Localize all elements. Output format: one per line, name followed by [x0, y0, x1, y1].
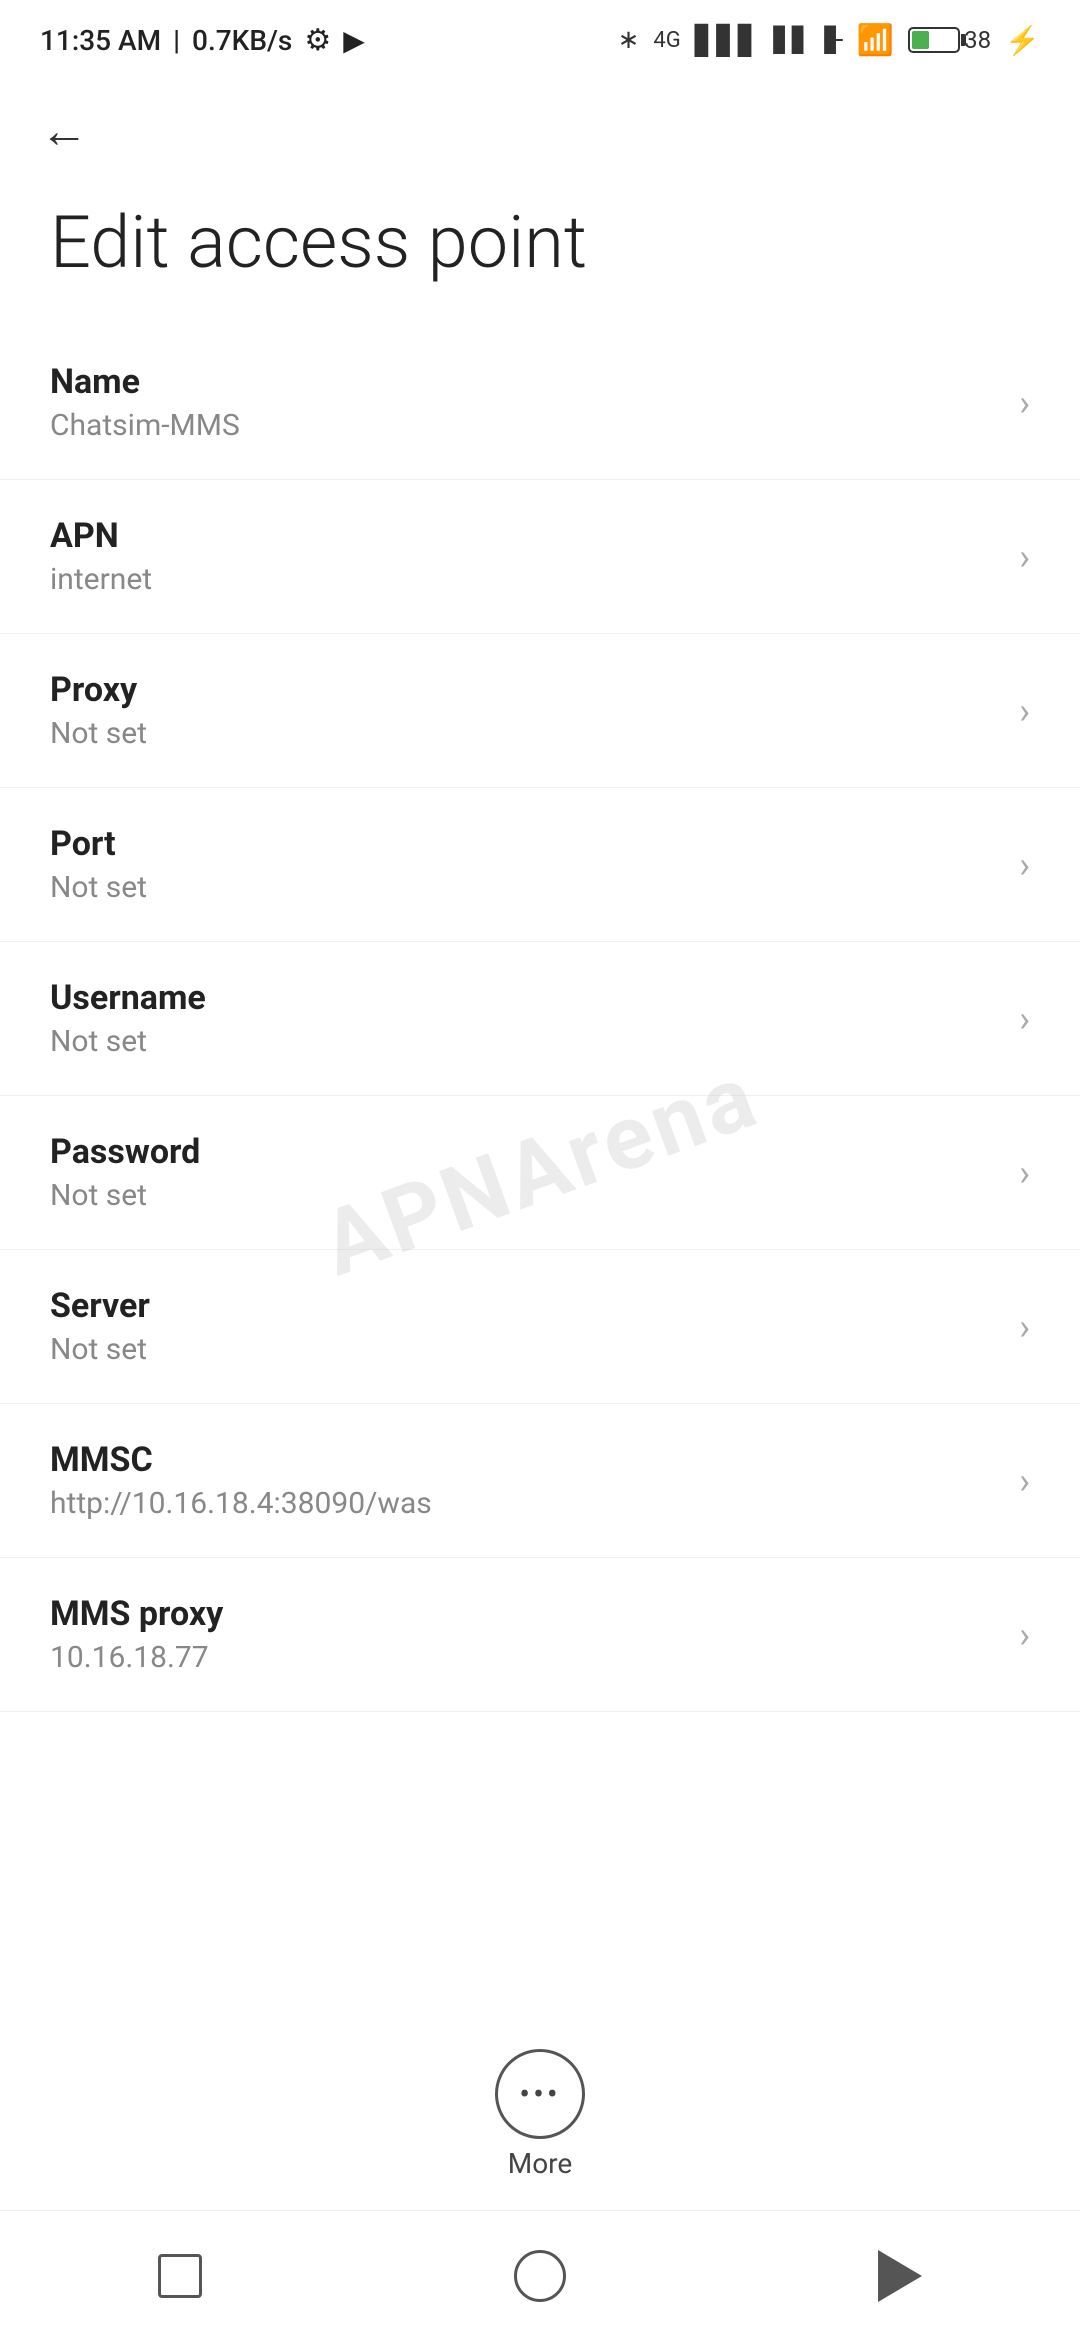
bluetooth-icon: ∗: [618, 25, 640, 55]
settings-item-content-apn: APN internet: [50, 516, 999, 597]
signal2-icon: ▋▋: [773, 26, 810, 54]
battery-icon: [908, 27, 960, 53]
settings-item-content-mms-proxy: MMS proxy 10.16.18.77: [50, 1594, 999, 1675]
nav-back-button[interactable]: [860, 2236, 940, 2316]
settings-item-content-proxy: Proxy Not set: [50, 670, 999, 751]
settings-item-value-port: Not set: [50, 870, 999, 905]
network-4g-icon: 4G: [653, 28, 680, 53]
settings-item-value-server: Not set: [50, 1332, 999, 1367]
page-title-container: Edit access point: [0, 180, 1080, 326]
settings-item-label-server: Server: [50, 1286, 999, 1326]
wifi-icon: 📶: [857, 23, 894, 58]
more-circle-icon: •••: [495, 2049, 585, 2139]
status-bar: 11:35 AM | 0.7KB/s ⚙ ▶ ∗ 4G ▋▋▋ ▋▋ ▋ 📶 3…: [0, 0, 1080, 80]
settings-item-value-proxy: Not set: [50, 716, 999, 751]
battery-container: 38: [908, 26, 991, 54]
chevron-icon-port: ›: [1019, 844, 1030, 886]
settings-item-label-port: Port: [50, 824, 999, 864]
battery-fill: [912, 31, 929, 49]
nav-bar: [0, 2210, 1080, 2340]
settings-item-mmsc[interactable]: MMSC http://10.16.18.4:38090/was ›: [0, 1404, 1080, 1558]
speed: |: [173, 24, 180, 57]
settings-item-label-username: Username: [50, 978, 999, 1018]
nav-recents-button[interactable]: [140, 2236, 220, 2316]
status-right: ∗ 4G ▋▋▋ ▋▋ ▋ 📶 38 ⚡: [618, 23, 1040, 58]
settings-item-username[interactable]: Username Not set ›: [0, 942, 1080, 1096]
chevron-icon-proxy: ›: [1019, 690, 1030, 732]
battery-percent: 38: [964, 26, 991, 54]
back-button[interactable]: ←: [40, 102, 88, 159]
settings-item-value-mmsc: http://10.16.18.4:38090/was: [50, 1486, 999, 1521]
settings-item-value-username: Not set: [50, 1024, 999, 1059]
nav-circle-icon: [514, 2250, 566, 2302]
signal-icon: ▋▋▋: [695, 24, 760, 57]
chevron-icon-mmsc: ›: [1019, 1460, 1030, 1502]
network-speed: 0.7KB/s: [192, 24, 292, 57]
nav-home-button[interactable]: [500, 2236, 580, 2316]
more-button[interactable]: ••• More: [495, 2049, 585, 2180]
settings-item-port[interactable]: Port Not set ›: [0, 788, 1080, 942]
charging-icon: ⚡: [1005, 24, 1040, 57]
settings-item-label-mms-proxy: MMS proxy: [50, 1594, 999, 1634]
time: 11:35 AM: [40, 24, 161, 57]
chevron-icon-password: ›: [1019, 1152, 1030, 1194]
settings-item-mms-proxy[interactable]: MMS proxy 10.16.18.77 ›: [0, 1558, 1080, 1712]
settings-item-label-apn: APN: [50, 516, 999, 556]
settings-item-label-mmsc: MMSC: [50, 1440, 999, 1480]
video-icon: ▶: [343, 24, 365, 57]
settings-item-content-port: Port Not set: [50, 824, 999, 905]
settings-item-value-apn: internet: [50, 562, 999, 597]
settings-item-password[interactable]: Password Not set ›: [0, 1096, 1080, 1250]
settings-item-content-name: Name Chatsim-MMS: [50, 362, 999, 443]
settings-list: Name Chatsim-MMS › APN internet › Proxy Not set…: [0, 326, 1080, 1712]
nav-triangle-icon: [878, 2250, 922, 2302]
more-label: More: [508, 2147, 573, 2180]
toolbar: ←: [0, 80, 1080, 180]
chevron-icon-server: ›: [1019, 1306, 1030, 1348]
settings-item-name[interactable]: Name Chatsim-MMS ›: [0, 326, 1080, 480]
nav-square-icon: [158, 2254, 202, 2298]
settings-item-label-password: Password: [50, 1132, 999, 1172]
settings-item-value-password: Not set: [50, 1178, 999, 1213]
chevron-icon-mms-proxy: ›: [1019, 1614, 1030, 1656]
settings-item-content-mmsc: MMSC http://10.16.18.4:38090/was: [50, 1440, 999, 1521]
chevron-icon-name: ›: [1019, 382, 1030, 424]
more-dots-icon: •••: [519, 2078, 560, 2110]
status-left: 11:35 AM | 0.7KB/s ⚙ ▶: [40, 23, 365, 58]
settings-item-content-username: Username Not set: [50, 978, 999, 1059]
chevron-icon-username: ›: [1019, 998, 1030, 1040]
settings-item-value-mms-proxy: 10.16.18.77: [50, 1640, 999, 1675]
chevron-icon-apn: ›: [1019, 536, 1030, 578]
settings-item-server[interactable]: Server Not set ›: [0, 1250, 1080, 1404]
signal-x-icon: ▋: [824, 26, 842, 54]
settings-item-content-password: Password Not set: [50, 1132, 999, 1213]
page-title: Edit access point: [50, 200, 1030, 286]
settings-item-label-name: Name: [50, 362, 999, 402]
settings-icon: ⚙: [304, 23, 331, 58]
settings-item-label-proxy: Proxy: [50, 670, 999, 710]
settings-item-proxy[interactable]: Proxy Not set ›: [0, 634, 1080, 788]
settings-item-apn[interactable]: APN internet ›: [0, 480, 1080, 634]
settings-item-content-server: Server Not set: [50, 1286, 999, 1367]
settings-item-value-name: Chatsim-MMS: [50, 408, 999, 443]
